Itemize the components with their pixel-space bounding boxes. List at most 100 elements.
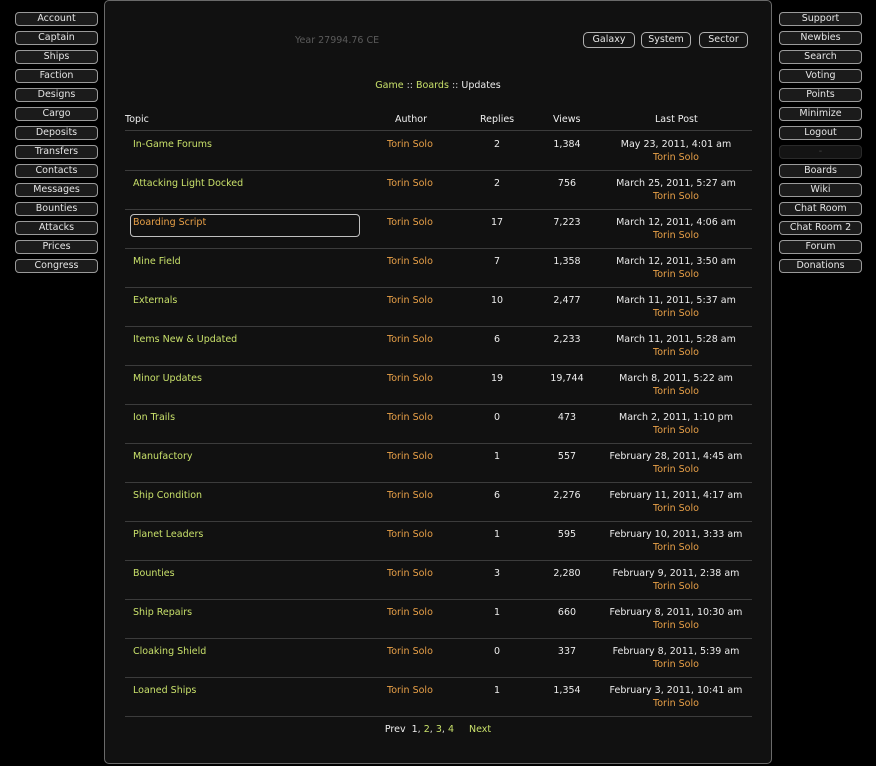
nav-chat-room-2-button[interactable]: Chat Room 2 <box>779 221 862 235</box>
pagination-page-4[interactable]: 4 <box>448 724 454 735</box>
replies-count: 1 <box>493 451 501 462</box>
topic-link[interactable]: Mine Field <box>133 256 181 267</box>
author-link[interactable]: Torin Solo <box>387 451 433 462</box>
author-link[interactable]: Torin Solo <box>387 685 433 696</box>
views-count: 19,744 <box>550 373 584 384</box>
last-post-author-link[interactable]: Torin Solo <box>601 152 751 163</box>
last-post-author-link[interactable]: Torin Solo <box>601 191 751 202</box>
replies-count: 2 <box>493 178 501 189</box>
nav-captain-button[interactable]: Captain <box>15 31 98 45</box>
topic-link[interactable]: Ship Repairs <box>133 607 192 618</box>
nav-boards-button[interactable]: Boards <box>779 164 862 178</box>
table-row: Manufactory Torin Solo 1 557 February 28… <box>125 443 752 483</box>
replies-count: 1 <box>493 685 501 696</box>
pagination: Prev 1, 2, 3, 4 Next <box>105 724 771 735</box>
author-link[interactable]: Torin Solo <box>387 178 433 189</box>
nav-designs-button[interactable]: Designs <box>15 88 98 102</box>
nav-prices-button[interactable]: Prices <box>15 240 98 254</box>
nav-voting-button[interactable]: Voting <box>779 69 862 83</box>
nav-newbies-button[interactable]: Newbies <box>779 31 862 45</box>
author-link[interactable]: Torin Solo <box>387 334 433 345</box>
nav-transfers-button[interactable]: Transfers <box>15 145 98 159</box>
author-link[interactable]: Torin Solo <box>387 646 433 657</box>
nav-account-button[interactable]: Account <box>15 12 98 26</box>
last-post-date: February 11, 2011, 4:17 am <box>609 490 743 501</box>
topic-link[interactable]: Loaned Ships <box>133 685 196 696</box>
replies-count: 0 <box>493 412 501 423</box>
system-button[interactable]: System <box>641 32 691 48</box>
last-post-date: March 25, 2011, 5:27 am <box>616 178 736 189</box>
last-post-author-link[interactable]: Torin Solo <box>601 386 751 397</box>
last-post-author-link[interactable]: Torin Solo <box>601 503 751 514</box>
last-post-author-link[interactable]: Torin Solo <box>601 308 751 319</box>
author-link[interactable]: Torin Solo <box>387 139 433 150</box>
last-post-author-link[interactable]: Torin Solo <box>601 230 751 241</box>
topic-link[interactable]: Planet Leaders <box>133 529 203 540</box>
last-post-author-link[interactable]: Torin Solo <box>601 269 751 280</box>
replies-count: 10 <box>490 295 504 306</box>
last-post-author-link[interactable]: Torin Solo <box>601 698 751 709</box>
table-row: Boarding Script Torin Solo 17 7,223 Marc… <box>125 209 752 249</box>
pagination-separator: , <box>417 724 421 735</box>
last-post-date: May 23, 2011, 4:01 am <box>620 139 732 150</box>
table-row: Items New & Updated Torin Solo 6 2,233 M… <box>125 326 752 366</box>
nav-search-button[interactable]: Search <box>779 50 862 64</box>
topic-link[interactable]: Minor Updates <box>133 373 202 384</box>
author-link[interactable]: Torin Solo <box>387 412 433 423</box>
topic-link[interactable]: Manufactory <box>133 451 193 462</box>
views-count: 1,354 <box>553 685 581 696</box>
author-link[interactable]: Torin Solo <box>387 217 433 228</box>
author-link[interactable]: Torin Solo <box>387 490 433 501</box>
last-post-author-link[interactable]: Torin Solo <box>601 620 751 631</box>
nav-cargo-button[interactable]: Cargo <box>15 107 98 121</box>
author-link[interactable]: Torin Solo <box>387 568 433 579</box>
last-post-author-link[interactable]: Torin Solo <box>601 425 751 436</box>
author-link[interactable]: Torin Solo <box>387 607 433 618</box>
nav-ships-button[interactable]: Ships <box>15 50 98 64</box>
nav-chat-room-button[interactable]: Chat Room <box>779 202 862 216</box>
topic-link[interactable]: In-Game Forums <box>133 139 212 150</box>
nav-wiki-button[interactable]: Wiki <box>779 183 862 197</box>
nav-forum-button[interactable]: Forum <box>779 240 862 254</box>
nav-bounties-button[interactable]: Bounties <box>15 202 98 216</box>
last-post-author-link[interactable]: Torin Solo <box>601 347 751 358</box>
table-row: Ship Condition Torin Solo 6 2,276 Februa… <box>125 482 752 522</box>
topic-link[interactable]: Attacking Light Docked <box>133 178 243 189</box>
last-post-author-link[interactable]: Torin Solo <box>601 542 751 553</box>
nav-congress-button[interactable]: Congress <box>15 259 98 273</box>
last-post-date: March 12, 2011, 3:50 am <box>616 256 736 267</box>
game-year: Year 27994.76 CE <box>295 35 380 46</box>
topic-link[interactable]: Ion Trails <box>133 412 175 423</box>
topic-link-selected[interactable]: Boarding Script <box>130 214 360 237</box>
sector-button[interactable]: Sector <box>699 32 748 48</box>
last-post-date: February 3, 2011, 10:41 am <box>609 685 743 696</box>
topic-link[interactable]: Ship Condition <box>133 490 202 501</box>
nav-support-button[interactable]: Support <box>779 12 862 26</box>
author-link[interactable]: Torin Solo <box>387 373 433 384</box>
author-link[interactable]: Torin Solo <box>387 295 433 306</box>
last-post-author-link[interactable]: Torin Solo <box>601 659 751 670</box>
nav-messages-button[interactable]: Messages <box>15 183 98 197</box>
replies-count: 0 <box>493 646 501 657</box>
nav-deposits-button[interactable]: Deposits <box>15 126 98 140</box>
galaxy-button[interactable]: Galaxy <box>583 32 635 48</box>
last-post-author-link[interactable]: Torin Solo <box>601 581 751 592</box>
nav-donations-button[interactable]: Donations <box>779 259 862 273</box>
topic-link[interactable]: Items New & Updated <box>133 334 237 345</box>
last-post-author-link[interactable]: Torin Solo <box>601 464 751 475</box>
last-post-date: February 8, 2011, 5:39 am <box>612 646 740 657</box>
nav-minimize-button[interactable]: Minimize <box>779 107 862 121</box>
author-link[interactable]: Torin Solo <box>387 256 433 267</box>
topic-link[interactable]: Externals <box>133 295 177 306</box>
pagination-next[interactable]: Next <box>469 724 491 735</box>
breadcrumb-boards-link[interactable]: Boards <box>416 80 449 91</box>
nav-logout-button[interactable]: Logout <box>779 126 862 140</box>
author-link[interactable]: Torin Solo <box>387 529 433 540</box>
nav-faction-button[interactable]: Faction <box>15 69 98 83</box>
breadcrumb-game-link[interactable]: Game <box>375 80 403 91</box>
nav-attacks-button[interactable]: Attacks <box>15 221 98 235</box>
topic-link[interactable]: Cloaking Shield <box>133 646 206 657</box>
nav-points-button[interactable]: Points <box>779 88 862 102</box>
nav-contacts-button[interactable]: Contacts <box>15 164 98 178</box>
topic-link[interactable]: Bounties <box>133 568 175 579</box>
